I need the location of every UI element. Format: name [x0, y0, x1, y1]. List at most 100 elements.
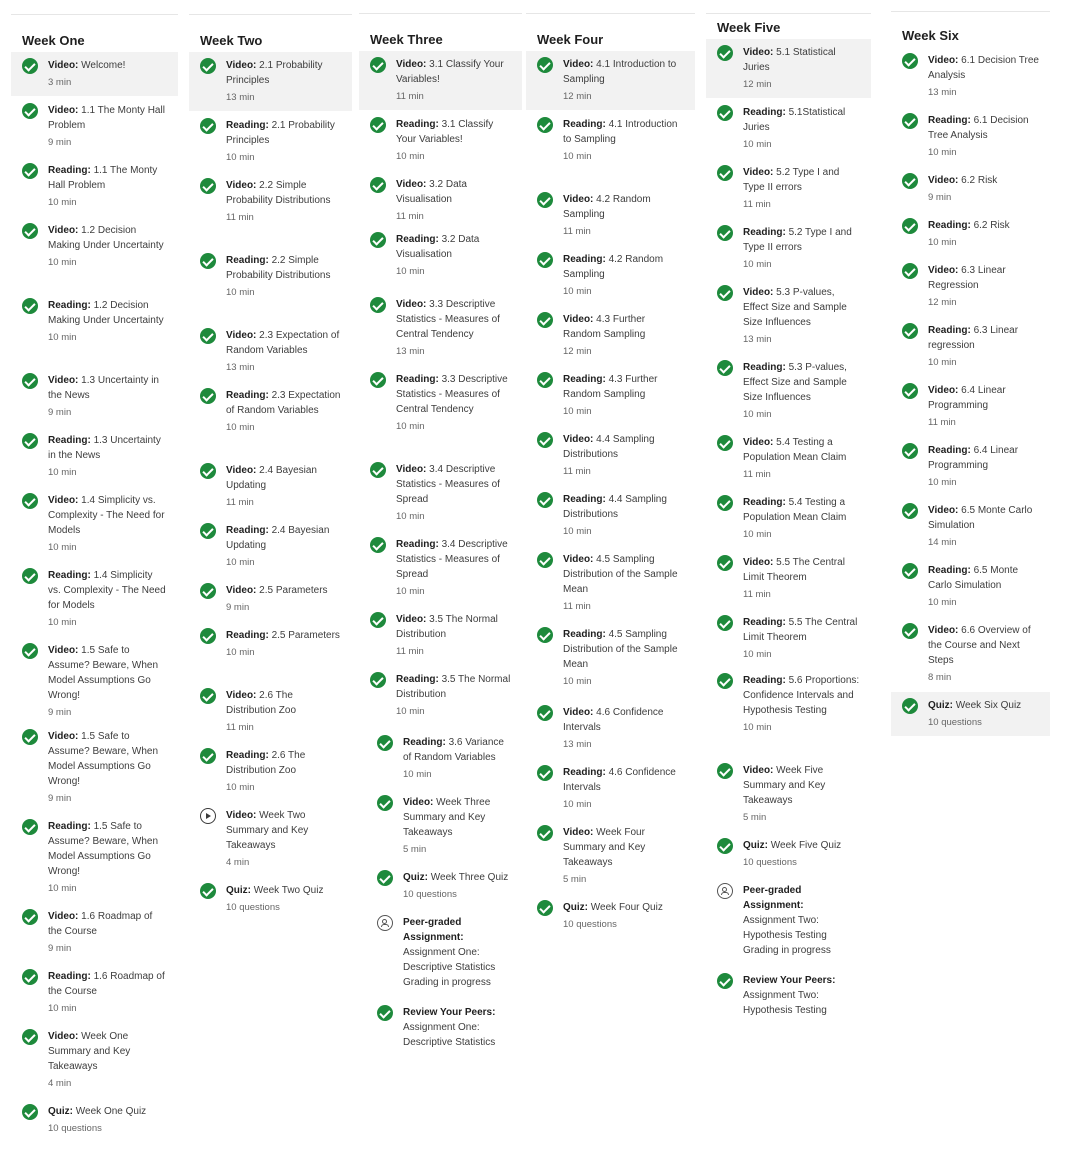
course-item-quiz[interactable]: Quiz: Week Two Quiz 10 questions	[189, 877, 352, 921]
item-type-label: Video:	[743, 167, 774, 178]
course-item-reading[interactable]: Reading: 4.1 Introduction to Sampling 10 …	[526, 111, 695, 185]
course-item-video[interactable]: Video: 4.2 Random Sampling 11 min	[526, 186, 695, 245]
course-item-video[interactable]: Video: Week Two Summary and Key Takeaway…	[189, 802, 352, 876]
course-item-reading[interactable]: Reading: 2.5 Parameters 10 min	[189, 622, 352, 681]
course-item-reading[interactable]: Reading: 5.5 The Central Limit Theorem 10…	[706, 609, 871, 668]
course-item-quiz[interactable]: Quiz: Week Four Quiz 10 questions	[526, 894, 695, 938]
course-item-video[interactable]: Video: 4.4 Sampling Distributions 11 min	[526, 426, 695, 485]
course-item-video[interactable]: Video: 6.6 Overview of the Course and Ne…	[891, 617, 1050, 691]
course-item-video[interactable]: Video: 1.5 Safe to Assume? Beware, When …	[11, 723, 178, 812]
completed-check-icon	[902, 698, 918, 714]
course-item-reading[interactable]: Reading: 4.2 Random Sampling 10 min	[526, 246, 695, 305]
course-item-video[interactable]: Video: 2.6 The Distribution Zoo 11 min	[189, 682, 352, 741]
course-item-reading[interactable]: Reading: 2.1 Probability Principles 10 mi…	[189, 112, 352, 171]
course-item-video[interactable]: Video: 5.1 Statistical Juries 12 min	[706, 39, 871, 98]
course-item-video[interactable]: Video: 5.3 P-values, Effect Size and Sam…	[706, 279, 871, 353]
course-item-video[interactable]: Video: 1.4 Simplicity vs. Complexity - T…	[11, 487, 178, 561]
course-item-reading[interactable]: Reading: 5.3 P-values, Effect Size and S…	[706, 354, 871, 428]
course-item-reading[interactable]: Reading: 1.5 Safe to Assume? Beware, Whe…	[11, 813, 178, 902]
item-text: Video: 1.2 Decision Making Under Uncerta…	[48, 223, 167, 270]
course-item-video[interactable]: Video: 4.3 Further Random Sampling 12 min	[526, 306, 695, 365]
course-item-video[interactable]: Video: Week Four Summary and Key Takeawa…	[526, 819, 695, 893]
item-type-label: Reading:	[48, 971, 91, 982]
course-item-reading[interactable]: Reading: 3.2 Data Visualisation 10 min	[359, 226, 522, 285]
course-item-video[interactable]: Video: 3.5 The Normal Distribution 11 min	[359, 606, 522, 665]
course-item-reading[interactable]: Reading: 1.2 Decision Making Under Uncer…	[11, 292, 178, 366]
course-item-quiz[interactable]: Quiz: Week Three Quiz 10 questions	[359, 864, 522, 908]
course-item-quiz[interactable]: Quiz: Week One Quiz 10 questions	[11, 1098, 178, 1157]
course-item-review[interactable]: Review Your Peers: Assignment One: Descri…	[359, 999, 522, 1058]
course-item-video[interactable]: Video: 1.6 Roadmap of the Course 9 min	[11, 903, 178, 962]
course-item-peer[interactable]: Peer-graded Assignment: Assignment Two: H…	[706, 877, 871, 966]
course-item-reading[interactable]: Reading: 4.5 Sampling Distribution of th…	[526, 621, 695, 695]
course-item-quiz[interactable]: Quiz: Week Six Quiz 10 questions	[891, 692, 1050, 736]
course-item-video[interactable]: Video: Week One Summary and Key Takeaway…	[11, 1023, 178, 1097]
course-item-reading[interactable]: Reading: 3.1 Classify Your Variables! 10 …	[359, 111, 522, 170]
course-item-reading[interactable]: Reading: 6.5 Monte Carlo Simulation 10 mi…	[891, 557, 1050, 616]
course-item-reading[interactable]: Reading: 4.6 Confidence Intervals 10 min	[526, 759, 695, 818]
course-item-video[interactable]: Video: 1.1 The Monty Hall Problem 9 min	[11, 97, 178, 156]
course-item-review[interactable]: Review Your Peers: Assignment Two: Hypoth…	[706, 967, 871, 1026]
course-item-video[interactable]: Video: 6.2 Risk 9 min	[891, 167, 1050, 211]
course-item-reading[interactable]: Reading: 5.4 Testing a Population Mean C…	[706, 489, 871, 548]
course-item-video[interactable]: Video: 3.4 Descriptive Statistics - Meas…	[359, 456, 522, 530]
course-item-video[interactable]: Video: 6.5 Monte Carlo Simulation 14 min	[891, 497, 1050, 556]
item-text: Video: 6.1 Decision Tree Analysis 13 min	[928, 53, 1039, 100]
course-item-reading[interactable]: Reading: 1.4 Simplicity vs. Complexity -…	[11, 562, 178, 636]
course-item-reading[interactable]: Reading: 2.4 Bayesian Updating 10 min	[189, 517, 352, 576]
completed-check-icon	[200, 583, 216, 599]
course-item-peer[interactable]: Peer-graded Assignment: Assignment One: D…	[359, 909, 522, 998]
course-item-video[interactable]: Video: 4.1 Introduction to Sampling 12 mi…	[526, 51, 695, 110]
course-item-reading[interactable]: Reading: 3.3 Descriptive Statistics - Me…	[359, 366, 522, 455]
course-item-video[interactable]: Video: 3.2 Data Visualisation 11 min	[359, 171, 522, 230]
course-item-reading[interactable]: Reading: 5.2 Type I and Type II errors 10…	[706, 219, 871, 278]
course-item-video[interactable]: Video: 1.2 Decision Making Under Uncerta…	[11, 217, 178, 291]
item-duration: 10 min	[396, 151, 425, 162]
course-item-reading[interactable]: Reading: 3.4 Descriptive Statistics - Me…	[359, 531, 522, 605]
course-item-video[interactable]: Video: 5.5 The Central Limit Theorem 11 m…	[706, 549, 871, 608]
course-item-video[interactable]: Video: 2.1 Probability Principles 13 min	[189, 52, 352, 111]
item-text: Reading: 3.5 The Normal Distribution 10 m…	[396, 672, 511, 719]
course-item-reading[interactable]: Reading: 2.6 The Distribution Zoo 10 min	[189, 742, 352, 801]
course-item-video[interactable]: Video: 2.5 Parameters 9 min	[189, 577, 352, 621]
course-item-reading[interactable]: Reading: 1.3 Uncertainty in the News 10 m…	[11, 427, 178, 486]
course-item-reading[interactable]: Reading: 2.2 Simple Probability Distribu…	[189, 247, 352, 321]
course-item-video[interactable]: Video: 3.1 Classify Your Variables! 11 mi…	[359, 51, 522, 110]
course-item-video[interactable]: Video: 4.5 Sampling Distribution of the …	[526, 546, 695, 620]
course-item-video[interactable]: Video: 6.3 Linear Regression 12 min	[891, 257, 1050, 316]
course-item-reading[interactable]: Reading: 6.2 Risk 10 min	[891, 212, 1050, 256]
course-item-video[interactable]: Video: 5.4 Testing a Population Mean Cla…	[706, 429, 871, 488]
course-item-reading[interactable]: Reading: 6.1 Decision Tree Analysis 10 mi…	[891, 107, 1050, 166]
course-item-video[interactable]: Video: 5.2 Type I and Type II errors 11 m…	[706, 159, 871, 218]
course-item-reading[interactable]: Reading: 3.6 Variance of Random Variable…	[359, 729, 522, 788]
course-item-video[interactable]: Video: 3.3 Descriptive Statistics - Meas…	[359, 291, 522, 365]
course-item-video[interactable]: Video: 2.3 Expectation of Random Variabl…	[189, 322, 352, 381]
course-item-video[interactable]: Video: 6.4 Linear Programming 11 min	[891, 377, 1050, 436]
completed-check-icon	[22, 729, 38, 745]
course-item-reading[interactable]: Reading: 6.4 Linear Programming 10 min	[891, 437, 1050, 496]
course-item-video[interactable]: Video: 2.2 Simple Probability Distributi…	[189, 172, 352, 246]
course-item-video[interactable]: Video: 1.5 Safe to Assume? Beware, When …	[11, 637, 178, 726]
item-duration: 10 min	[743, 409, 772, 420]
course-item-video[interactable]: Video: 6.1 Decision Tree Analysis 13 min	[891, 47, 1050, 106]
course-item-reading[interactable]: Reading: 4.4 Sampling Distributions 10 mi…	[526, 486, 695, 545]
item-text: Reading: 3.1 Classify Your Variables! 10 …	[396, 117, 511, 164]
course-item-reading[interactable]: Reading: 3.5 The Normal Distribution 10 m…	[359, 666, 522, 725]
course-item-video[interactable]: Video: Welcome! 3 min	[11, 52, 178, 96]
course-item-reading[interactable]: Reading: 4.3 Further Random Sampling 10 m…	[526, 366, 695, 425]
course-item-reading[interactable]: Reading: 6.3 Linear regression 10 min	[891, 317, 1050, 376]
course-item-video[interactable]: Video: Week Three Summary and Key Takeaw…	[359, 789, 522, 863]
course-item-reading[interactable]: Reading: 5.6 Proportions: Confidence Int…	[706, 667, 871, 756]
peer-assignment-icon	[717, 883, 733, 899]
course-item-reading[interactable]: Reading: 5.1Statistical Juries 10 min	[706, 99, 871, 158]
item-type-label: Reading:	[226, 390, 269, 401]
course-item-quiz[interactable]: Quiz: Week Five Quiz 10 questions	[706, 832, 871, 876]
course-item-reading[interactable]: Reading: 2.3 Expectation of Random Varia…	[189, 382, 352, 456]
course-item-video[interactable]: Video: 4.6 Confidence Intervals 13 min	[526, 699, 695, 758]
course-item-video[interactable]: Video: Week Five Summary and Key Takeawa…	[706, 757, 871, 831]
item-duration: 13 min	[226, 92, 255, 103]
course-item-video[interactable]: Video: 1.3 Uncertainty in the News 9 min	[11, 367, 178, 426]
course-item-reading[interactable]: Reading: 1.1 The Monty Hall Problem 10 mi…	[11, 157, 178, 216]
course-item-video[interactable]: Video: 2.4 Bayesian Updating 11 min	[189, 457, 352, 516]
course-item-reading[interactable]: Reading: 1.6 Roadmap of the Course 10 min	[11, 963, 178, 1022]
